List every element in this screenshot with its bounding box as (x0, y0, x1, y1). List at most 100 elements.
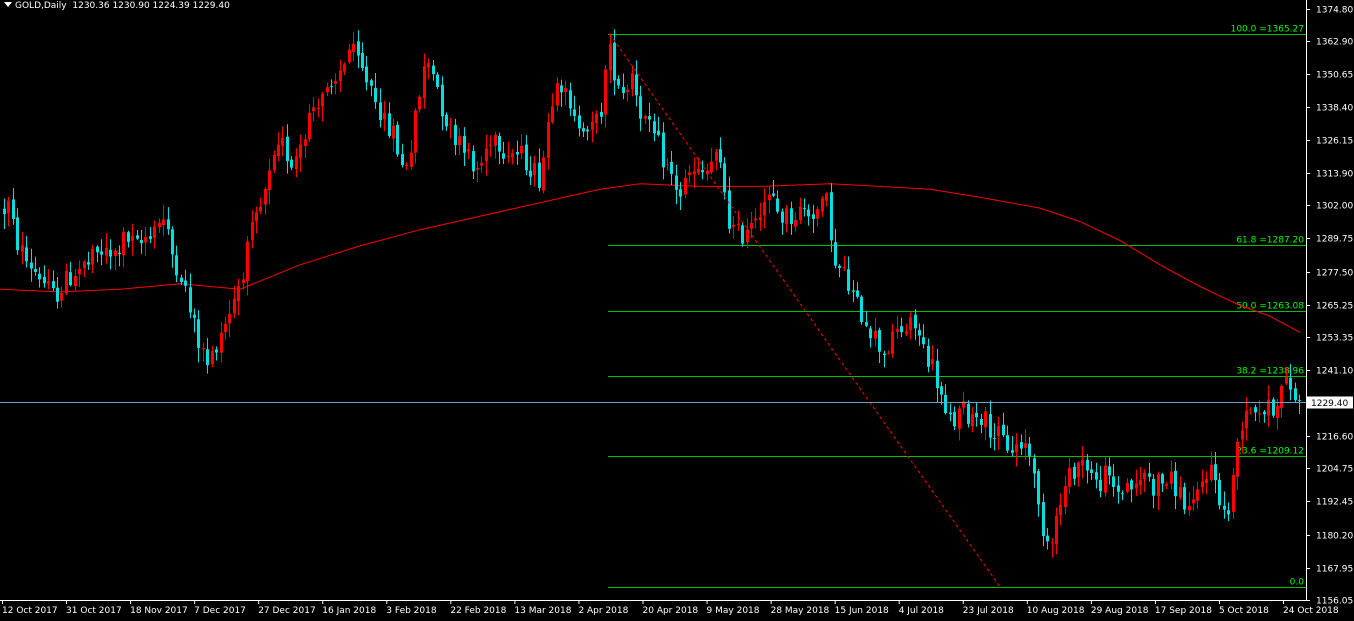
candle (520, 134, 523, 160)
candle (255, 206, 258, 234)
candle-body (441, 84, 444, 117)
candle (441, 76, 444, 131)
candle-body (812, 214, 815, 219)
candle-body (463, 136, 466, 153)
candle (635, 60, 638, 107)
candle (308, 103, 311, 143)
candle (1126, 478, 1129, 494)
candle (834, 228, 837, 269)
trendline[interactable] (609, 34, 1001, 588)
candle (224, 316, 227, 340)
candle (1267, 385, 1270, 428)
candle-body (1020, 442, 1023, 449)
candle (896, 315, 899, 339)
x-tick-label: 22 Feb 2018 (450, 606, 506, 616)
candle-body (856, 290, 859, 297)
candle (1196, 481, 1199, 510)
fib-level-label: 100.0 =1365.27 (1231, 25, 1304, 35)
price-chart[interactable]: 100.0 =1365.27 61.8 =1287.20 50.0 =1263.08… (0, 0, 1354, 621)
candle (1130, 478, 1133, 503)
candle-body (251, 222, 254, 241)
candle-body (772, 193, 775, 196)
candle-body (860, 296, 863, 322)
candle (856, 282, 859, 299)
candle-body (339, 70, 342, 82)
candle-body (785, 207, 788, 224)
candle (432, 60, 435, 81)
candle-body (38, 273, 41, 280)
candle-body (264, 188, 267, 205)
candle-body (361, 52, 364, 69)
candle-body (949, 412, 952, 415)
candle-body (710, 161, 713, 173)
candle (573, 95, 576, 122)
y-tick-label: 1216.60 (1316, 433, 1353, 443)
fib-level-label: 50.0 =1263.08 (1236, 302, 1304, 312)
candle (1280, 384, 1283, 418)
candle (1099, 465, 1102, 498)
candle-body (776, 198, 779, 212)
candle (140, 229, 143, 254)
candle (281, 126, 284, 157)
candle-body (830, 192, 833, 241)
candle (410, 139, 413, 170)
candle-body (944, 394, 947, 414)
candle-body (1272, 399, 1275, 416)
candle-body (304, 139, 307, 147)
candle-body (719, 149, 722, 163)
candle-body (1214, 464, 1217, 481)
candle (109, 239, 112, 270)
candle (953, 406, 956, 430)
candle (197, 310, 200, 363)
candle (905, 323, 908, 337)
current-price-label: 1229.40 (1311, 399, 1348, 409)
candle-body (622, 87, 625, 94)
candle (1015, 433, 1018, 467)
candle (357, 30, 360, 69)
candle (644, 114, 647, 125)
candle-body (560, 85, 563, 93)
candle-body (1073, 466, 1076, 479)
candle (1073, 462, 1076, 486)
candle (414, 108, 417, 164)
candle-body (591, 121, 594, 130)
candle (900, 317, 903, 338)
candle-body (715, 151, 718, 161)
candle (361, 42, 364, 72)
candle (918, 323, 921, 346)
candle-body (268, 170, 271, 191)
candle-body (737, 223, 740, 225)
candle (1223, 491, 1226, 519)
candle-body (1108, 466, 1111, 476)
candle-body (525, 144, 528, 171)
candle (759, 202, 762, 232)
x-tick-label: 9 May 2018 (707, 606, 760, 616)
candle-body (140, 240, 143, 244)
candle (737, 210, 740, 231)
candle (578, 105, 581, 137)
candle (158, 218, 161, 233)
candle-body (21, 245, 24, 252)
candle-body (65, 270, 68, 294)
candle-body (1170, 471, 1173, 484)
candle (1117, 476, 1120, 504)
candle (529, 156, 532, 186)
candle (100, 239, 103, 266)
candle-body (281, 137, 284, 146)
fib-level-label: 38.2 =1238.96 (1236, 367, 1304, 377)
candle (21, 232, 24, 265)
candle (525, 135, 528, 176)
candle (153, 220, 156, 249)
candle (586, 125, 589, 141)
candle-body (295, 155, 298, 170)
candle (454, 118, 457, 156)
candle-body (56, 287, 59, 302)
candle (259, 197, 262, 215)
candle (803, 198, 806, 217)
fibonacci-retracement[interactable]: 100.0 =1365.27 61.8 =1287.20 50.0 =1263.08… (608, 25, 1306, 588)
x-tick-label: 2 Apr 2018 (578, 606, 628, 616)
candle (516, 140, 519, 165)
candle (639, 85, 642, 132)
candle-body (838, 265, 841, 269)
candle (122, 227, 125, 268)
